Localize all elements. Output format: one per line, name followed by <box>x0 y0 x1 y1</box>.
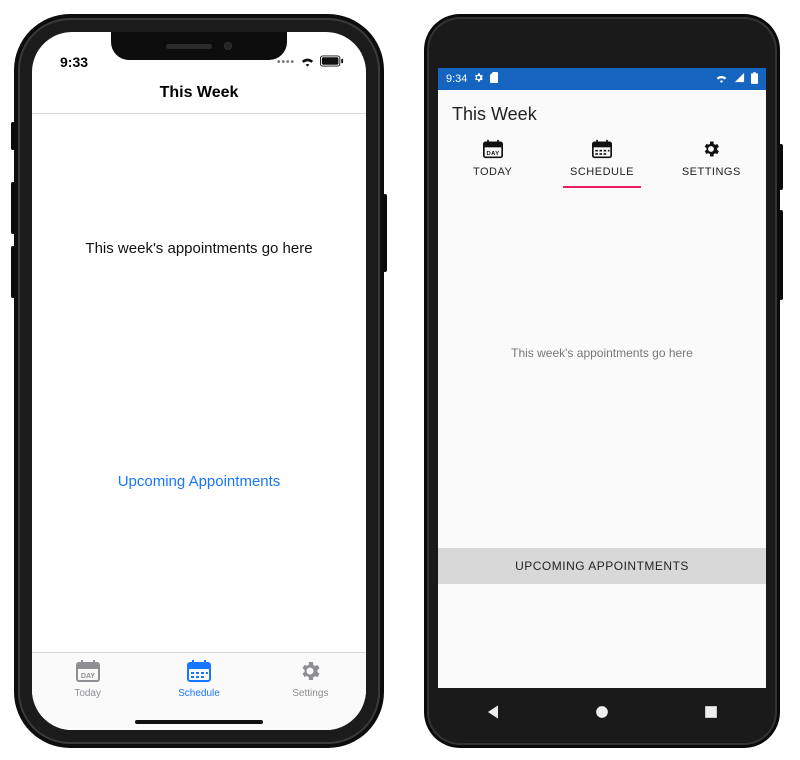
tab-label: Settings <box>292 688 328 699</box>
tab-label: SETTINGS <box>682 166 741 178</box>
android-top-tabs: DAY TODAY SCHEDULE SETTINGS <box>438 133 766 188</box>
tab-today[interactable]: DAY TODAY <box>438 133 547 188</box>
ios-content-area: This week's appointments go here Upcomin… <box>32 114 366 652</box>
cellular-signal-icon: •••• <box>277 57 295 68</box>
tab-label: Schedule <box>178 688 220 699</box>
tab-settings[interactable]: Settings <box>255 653 366 730</box>
gear-icon <box>701 139 721 162</box>
upcoming-appointments-button[interactable]: Upcoming Appointments <box>118 473 281 490</box>
tab-schedule[interactable]: SCHEDULE <box>547 133 656 188</box>
calendar-day-icon: DAY <box>482 139 504 162</box>
upcoming-appointments-button[interactable]: UPCOMING APPOINTMENTS <box>438 548 766 584</box>
ios-status-time: 9:33 <box>60 54 88 70</box>
tab-label: TODAY <box>473 166 512 178</box>
calendar-day-icon: DAY <box>75 659 101 686</box>
tab-settings[interactable]: SETTINGS <box>657 133 766 188</box>
tab-today[interactable]: DAY Today <box>32 653 143 730</box>
cellular-signal-icon <box>734 72 745 86</box>
tab-label: SCHEDULE <box>570 166 634 178</box>
android-recents-button[interactable] <box>701 702 721 722</box>
ios-home-indicator <box>135 720 263 724</box>
ios-navigation-bar: This Week <box>32 72 366 114</box>
battery-icon <box>751 72 758 87</box>
android-app-title: This Week <box>438 90 766 133</box>
iphone-device-frame: 9:33 •••• This Week This week's appointm… <box>14 14 384 748</box>
battery-icon <box>320 54 344 70</box>
android-back-button[interactable] <box>483 702 503 722</box>
android-navigation-bar <box>438 690 766 734</box>
sd-card-icon <box>490 72 499 86</box>
android-status-time: 9:34 <box>446 73 467 85</box>
android-home-button[interactable] <box>592 702 612 722</box>
gear-icon <box>473 72 484 86</box>
ios-tab-bar: DAY Today Schedule Settings <box>32 652 366 730</box>
iphone-notch <box>111 32 287 60</box>
empty-state-text: This week's appointments go here <box>511 346 693 360</box>
tab-schedule[interactable]: Schedule <box>143 653 254 730</box>
wifi-icon <box>300 54 315 70</box>
pixel-device-frame: 9:34 This Week <box>424 14 780 748</box>
calendar-week-icon <box>186 659 212 686</box>
gear-icon <box>298 659 322 686</box>
page-title: This Week <box>160 84 239 102</box>
tab-label: Today <box>74 688 101 699</box>
empty-state-text: This week's appointments go here <box>85 240 312 257</box>
svg-text:DAY: DAY <box>486 151 499 157</box>
wifi-icon <box>715 73 728 86</box>
calendar-week-icon <box>591 139 613 162</box>
svg-text:DAY: DAY <box>81 673 95 680</box>
android-content-area: This week's appointments go here UPCOMIN… <box>438 188 766 688</box>
android-status-bar: 9:34 <box>438 68 766 90</box>
